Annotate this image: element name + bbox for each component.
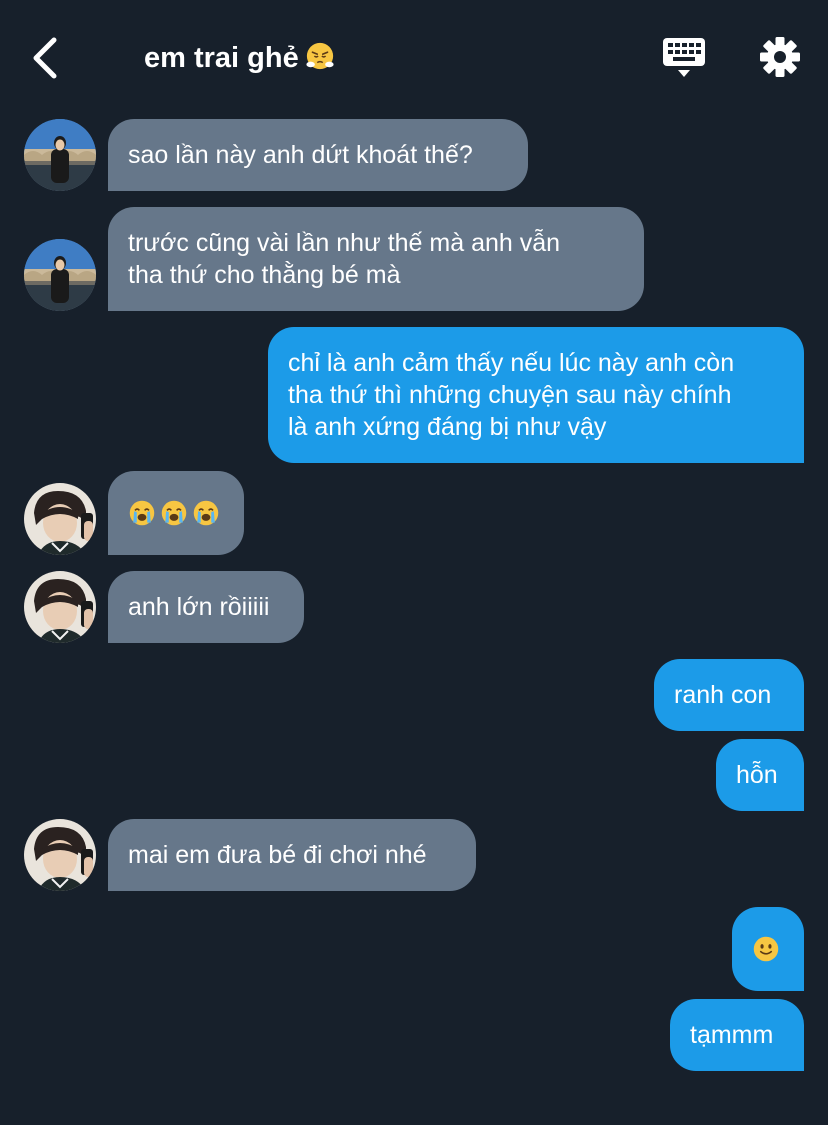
- face-with-steam-emoji-icon: [305, 41, 335, 71]
- message-bubble-outgoing[interactable]: ranh con: [654, 659, 804, 731]
- avatar-selfie-icon: [24, 483, 96, 555]
- message-text: mai em đưa bé đi chơi nhé: [128, 841, 427, 869]
- avatar[interactable]: [24, 571, 96, 643]
- avatar[interactable]: [24, 819, 96, 891]
- message-bubble-outgoing[interactable]: [732, 907, 804, 991]
- chat-header: em trai ghẻ: [0, 0, 828, 112]
- chat-title: em trai ghẻ: [144, 40, 335, 76]
- message-bubble-outgoing[interactable]: tạmmm: [670, 999, 804, 1071]
- message-text-line: trước cũng vài lần như thế mà anh vẫn: [128, 229, 561, 257]
- message-bubble-incoming[interactable]: trước cũng vài lần như thế mà anh vẫn th…: [108, 207, 644, 311]
- message-bubble-outgoing[interactable]: chỉ là anh cảm thấy nếu lúc này anh còn …: [268, 327, 804, 463]
- message-bubble-outgoing[interactable]: hỗn: [716, 739, 804, 811]
- message-bubble-incoming[interactable]: mai em đưa bé đi chơi nhé: [108, 819, 476, 891]
- message-text-line: chỉ là anh cảm thấy nếu lúc này anh còn: [288, 349, 735, 377]
- keyboard-icon: [663, 38, 705, 77]
- message-text-line: tha thứ thì những chuyện sau này chính: [288, 381, 732, 409]
- message-text: tạmmm: [690, 1021, 774, 1049]
- message-bubble-incoming[interactable]: sao lần này anh dứt khoát thế?: [108, 119, 528, 191]
- keyboard-button[interactable]: [662, 36, 706, 80]
- chevron-left-icon: [33, 37, 57, 79]
- gear-icon: [760, 37, 800, 77]
- message-text: ranh con: [674, 681, 772, 709]
- message-text: hỗn: [736, 761, 778, 789]
- back-button[interactable]: [28, 36, 68, 80]
- avatar[interactable]: [24, 483, 96, 555]
- avatar-bridge-icon: [24, 119, 96, 191]
- avatar[interactable]: [24, 119, 96, 191]
- avatar[interactable]: [24, 239, 96, 311]
- chat-title-text: em trai ghẻ: [144, 42, 299, 74]
- avatar-bridge-icon: [24, 239, 96, 311]
- slightly-smiling-face-emoji-icon: [752, 941, 780, 969]
- message-text: sao lần này anh dứt khoát thế?: [128, 141, 473, 169]
- message-bubble-incoming[interactable]: [108, 471, 244, 555]
- crying-face-emoji-icon: [160, 505, 188, 533]
- message-text-line: tha thứ cho thằng bé mà: [128, 261, 401, 289]
- avatar-selfie-icon: [24, 571, 96, 643]
- message-bubble-incoming[interactable]: anh lớn rồiiiii: [108, 571, 304, 643]
- settings-button[interactable]: [758, 36, 802, 78]
- message-text: anh lớn rồiiiii: [128, 593, 270, 621]
- crying-face-emoji-icon: [128, 505, 156, 533]
- avatar-selfie-icon: [24, 819, 96, 891]
- crying-face-emoji-icon: [192, 505, 220, 533]
- message-text-line: là anh xứng đáng bị như vậy: [288, 413, 607, 441]
